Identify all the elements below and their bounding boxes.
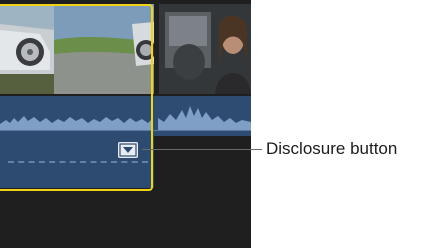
- clip-thumbnail-car-road[interactable]: [54, 4, 154, 94]
- clip-thumbnail-people-in-car[interactable]: [159, 4, 251, 94]
- callout-label: Disclosure button: [266, 139, 398, 158]
- clip-thumbnail-car-closeup[interactable]: [0, 4, 54, 94]
- triangle-down-icon: [119, 143, 137, 157]
- disclosure-button[interactable]: [118, 142, 138, 158]
- callout-leader-line: [142, 149, 262, 150]
- audio-waveform[interactable]: [0, 96, 251, 136]
- volume-line[interactable]: [8, 161, 148, 163]
- timeline: [0, 0, 251, 248]
